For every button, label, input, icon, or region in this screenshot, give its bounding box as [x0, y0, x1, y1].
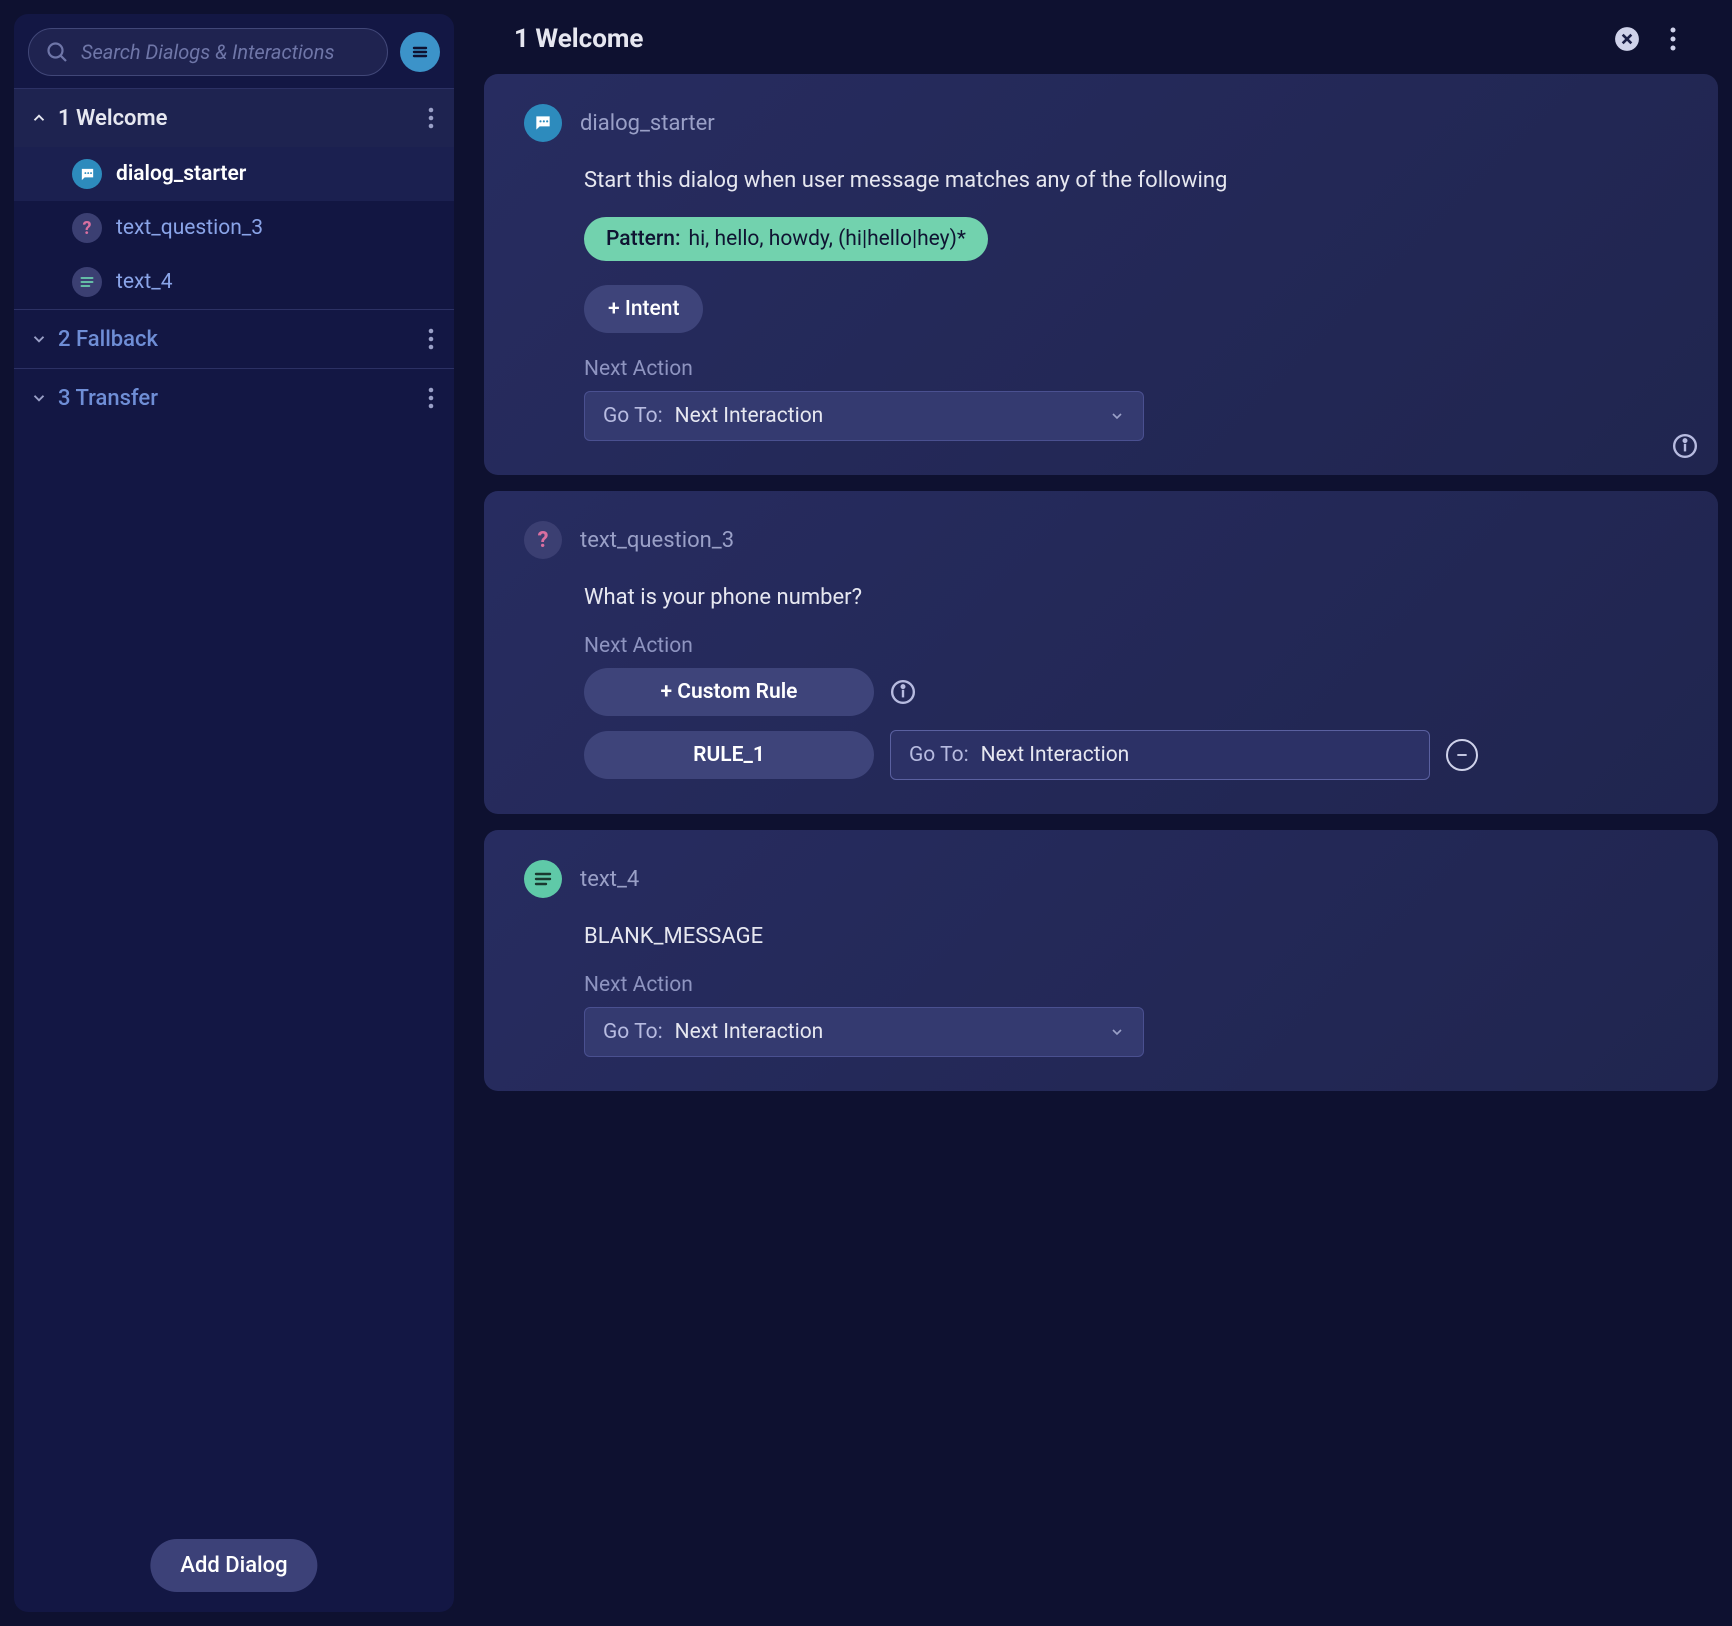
sidebar-item-label: text_question_3: [116, 216, 263, 240]
next-action-label: Next Action: [584, 634, 1678, 658]
add-intent-button[interactable]: + Intent: [584, 285, 703, 333]
page-title: 1 Welcome: [514, 24, 643, 54]
rule-name-pill[interactable]: RULE_1: [584, 731, 874, 779]
chevron-down-icon: [30, 330, 48, 348]
card-name: text_4: [580, 867, 639, 892]
dialog-title: 1 Welcome: [58, 106, 167, 131]
dialog-header-fallback[interactable]: 2 Fallback: [14, 309, 454, 368]
dialog-title: 2 Fallback: [58, 327, 158, 352]
card-text-question-3[interactable]: ? text_question_3 What is your phone num…: [484, 491, 1718, 814]
chevron-down-icon: [1109, 408, 1125, 424]
info-icon[interactable]: [1672, 433, 1698, 459]
add-custom-rule-button[interactable]: + Custom Rule: [584, 668, 874, 716]
custom-rule-row: + Custom Rule: [584, 668, 1678, 716]
dialog-menu-transfer[interactable]: [424, 383, 438, 413]
card-message: What is your phone number?: [584, 585, 1678, 610]
question-icon: ?: [524, 521, 562, 559]
pattern-label: Pattern:: [606, 227, 681, 251]
pattern-value: hi, hello, howdy, (hi|hello|hey)*: [689, 227, 966, 251]
main-menu-kebab[interactable]: [1658, 24, 1688, 54]
dialog-menu-welcome[interactable]: [424, 103, 438, 133]
card-head: dialog_starter: [524, 104, 1678, 142]
pattern-chip[interactable]: Pattern: hi, hello, howdy, (hi|hello|hey…: [584, 217, 988, 261]
next-action-select[interactable]: Go To: Next Interaction: [584, 1007, 1144, 1057]
add-dialog-button[interactable]: Add Dialog: [150, 1539, 317, 1592]
sidebar-item-label: dialog_starter: [116, 162, 246, 186]
sidebar-item-dialog-starter[interactable]: dialog_starter: [14, 147, 454, 201]
select-prefix: Go To:: [909, 743, 969, 767]
chevron-down-icon: [30, 389, 48, 407]
remove-rule-button[interactable]: [1446, 739, 1478, 771]
select-value: Next Interaction: [981, 743, 1130, 767]
search-input[interactable]: [79, 39, 371, 65]
select-prefix: Go To:: [603, 404, 663, 428]
next-action-select[interactable]: Go To: Next Interaction: [584, 391, 1144, 441]
dialog-menu-fallback[interactable]: [424, 324, 438, 354]
card-description: Start this dialog when user message matc…: [584, 168, 1678, 193]
chat-icon: [524, 104, 562, 142]
dialog-group-welcome: 1 Welcome dialog_starter ? text_question…: [14, 88, 454, 309]
card-name: text_question_3: [580, 528, 734, 553]
card-text-4[interactable]: text_4 BLANK_MESSAGE Next Action Go To: …: [484, 830, 1718, 1091]
card-dialog-starter[interactable]: dialog_starter Start this dialog when us…: [484, 74, 1718, 475]
dialog-header-transfer[interactable]: 3 Transfer: [14, 368, 454, 427]
card-head: ? text_question_3: [524, 521, 1678, 559]
dialog-header-welcome[interactable]: 1 Welcome: [14, 89, 454, 147]
interaction-list: dialog_starter ? text_question_3 text_4: [14, 147, 454, 309]
main: 1 Welcome dialog_starter Start this dial…: [484, 14, 1718, 1612]
select-prefix: Go To:: [603, 1020, 663, 1044]
menu-button[interactable]: [400, 32, 440, 72]
chevron-up-icon: [30, 109, 48, 127]
chat-icon: [72, 159, 102, 189]
search-icon: [45, 40, 69, 64]
chevron-down-icon: [1109, 1024, 1125, 1040]
sidebar-item-text-question-3[interactable]: ? text_question_3: [14, 201, 454, 255]
select-value: Next Interaction: [675, 1020, 824, 1044]
card-message: BLANK_MESSAGE: [584, 924, 1678, 949]
question-icon: ?: [72, 213, 102, 243]
card-body: Start this dialog when user message matc…: [524, 168, 1678, 441]
search-row: [14, 20, 454, 88]
card-name: dialog_starter: [580, 111, 715, 136]
card-head: text_4: [524, 860, 1678, 898]
text-icon: [72, 267, 102, 297]
card-body: What is your phone number? Next Action +…: [524, 585, 1678, 780]
close-dialog-icon[interactable]: [1612, 24, 1642, 54]
next-action-label: Next Action: [584, 357, 1678, 381]
dialog-title: 3 Transfer: [58, 386, 158, 411]
rule-goto-select[interactable]: Go To: Next Interaction: [890, 730, 1430, 780]
sidebar-item-text-4[interactable]: text_4: [14, 255, 454, 309]
select-value: Next Interaction: [675, 404, 824, 428]
card-body: BLANK_MESSAGE Next Action Go To: Next In…: [524, 924, 1678, 1057]
search-box[interactable]: [28, 28, 388, 76]
rule-row: RULE_1 Go To: Next Interaction: [584, 730, 1678, 780]
text-icon: [524, 860, 562, 898]
next-action-label: Next Action: [584, 973, 1678, 997]
sidebar: 1 Welcome dialog_starter ? text_question…: [14, 14, 454, 1612]
sidebar-item-label: text_4: [116, 270, 173, 294]
main-header: 1 Welcome: [484, 14, 1718, 58]
info-icon[interactable]: [890, 679, 916, 705]
